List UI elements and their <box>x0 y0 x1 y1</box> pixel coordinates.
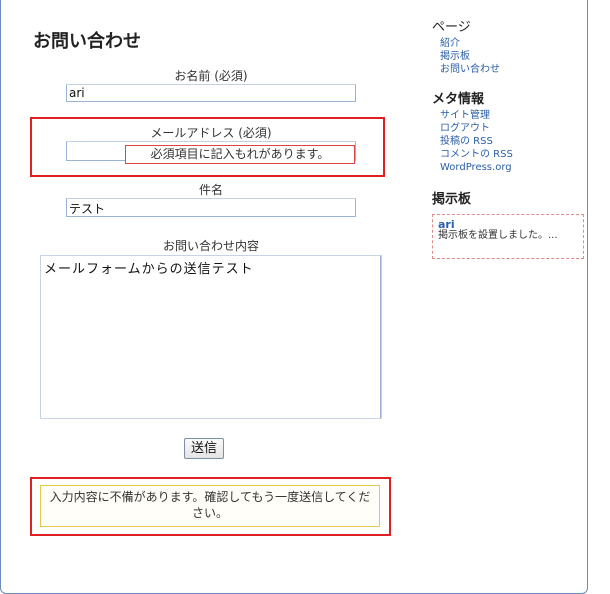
sidebar-page-intro[interactable]: 紹介 <box>440 37 500 50</box>
name-label: お名前 (必須) <box>174 69 248 83</box>
message-text: メールフォームからの送信テスト <box>44 262 254 277</box>
submit-button[interactable]: 送信 <box>184 438 224 459</box>
sidebar-bbs-box: ari 掲示板を設置しました。... <box>432 214 584 259</box>
bbs-user-link[interactable]: ari <box>438 219 578 230</box>
sidebar-meta-posts-rss[interactable]: 投稿の RSS <box>440 135 513 148</box>
message-textarea[interactable]: メールフォームからの送信テスト <box>40 255 382 419</box>
sidebar-meta-site-admin[interactable]: サイト管理 <box>440 109 513 122</box>
sidebar-meta-comments-rss[interactable]: コメントの RSS <box>440 148 513 161</box>
sidebar-pages-heading: ページ <box>432 20 471 35</box>
validation-highlight-box <box>30 477 391 536</box>
sidebar-page-bbs[interactable]: 掲示板 <box>440 50 500 63</box>
sidebar-meta-heading: メタ情報 <box>432 92 485 107</box>
textarea-resize-edge <box>379 256 381 418</box>
sidebar-page-contact[interactable]: お問い合わせ <box>440 63 500 76</box>
message-label: お問い合わせ内容 <box>162 239 259 253</box>
subject-input[interactable]: テスト <box>66 198 356 217</box>
sidebar-meta-logout[interactable]: ログアウト <box>440 122 513 135</box>
bbs-message: 掲示板を設置しました。... <box>438 230 558 241</box>
sidebar-meta-wordpress-org[interactable]: WordPress.org <box>440 161 513 174</box>
sidebar-bbs-heading: 掲示板 <box>432 192 472 207</box>
page-title: お問い合わせ <box>33 31 141 52</box>
name-input[interactable]: ari <box>66 84 356 102</box>
email-highlight-box <box>30 117 385 177</box>
sidebar-pages-list: 紹介 掲示板 お問い合わせ <box>440 37 500 76</box>
subject-label: 件名 <box>198 183 223 197</box>
sidebar-meta-list: サイト管理 ログアウト 投稿の RSS コメントの RSS WordPress.… <box>440 109 513 174</box>
